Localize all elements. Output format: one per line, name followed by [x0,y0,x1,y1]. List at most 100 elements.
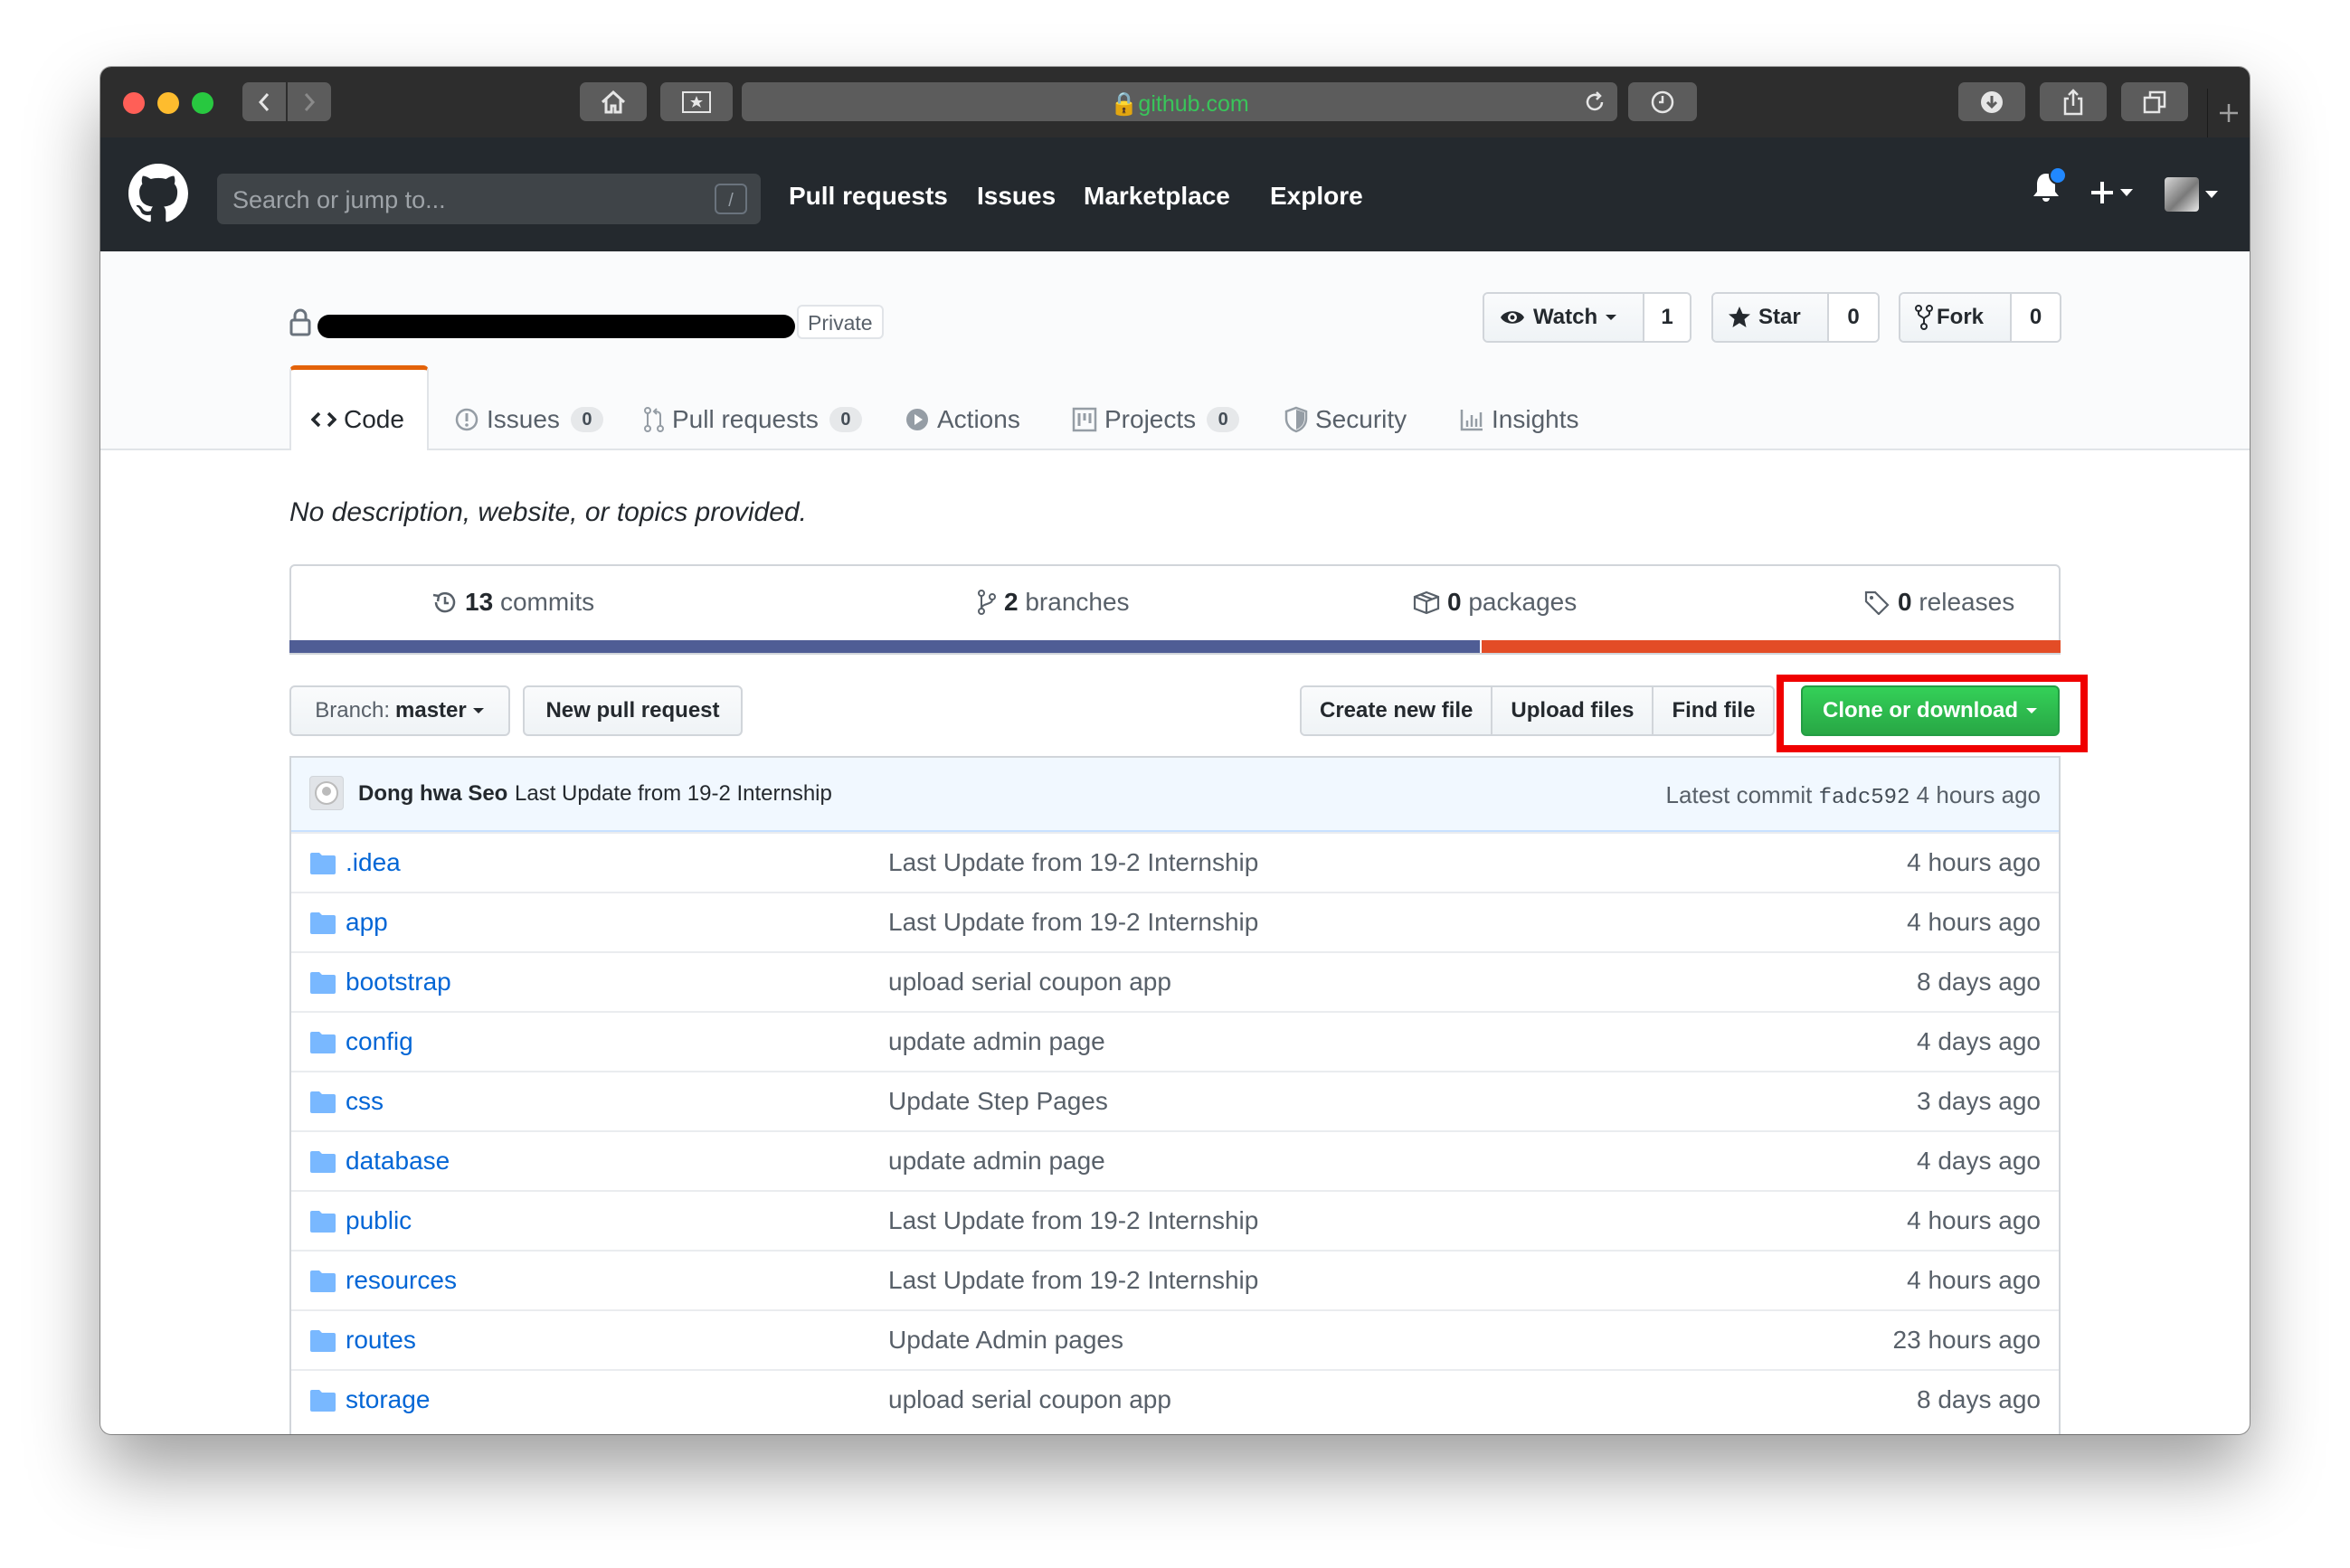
file-name[interactable]: css [346,1087,384,1116]
clock-icon [1651,90,1674,113]
zoom-window-button[interactable] [192,92,213,114]
plus-icon [2220,104,2238,122]
file-commit-message[interactable]: upload serial coupon app [888,1385,1171,1414]
annotation-highlight-box [1777,675,2088,752]
releases-link[interactable]: 0 releases [1863,588,2014,617]
file-name[interactable]: app [346,908,388,937]
folder-icon [310,1151,336,1173]
file-commit-message[interactable]: upload serial coupon app [888,968,1171,997]
create-new-dropdown[interactable] [2089,179,2134,206]
file-list: Dong hwa Seo Last Update from 19-2 Inter… [289,756,2061,1434]
latest-commit-label: Latest commit [1665,781,1813,808]
browser-toolbar: 🔒github.com [100,67,2250,139]
file-commit-message[interactable]: update admin page [888,1027,1105,1056]
back-button[interactable] [242,82,286,121]
file-commit-message[interactable]: Last Update from 19-2 Internship [888,1206,1258,1235]
tab-issues[interactable]: Issues 0 [454,405,603,434]
search-placeholder: Search or jump to... [232,186,446,213]
commit-author[interactable]: Dong hwa Seo [358,781,507,807]
branch-prefix: Branch: [315,698,390,723]
tab-projects[interactable]: Projects 0 [1072,405,1240,434]
file-actions-group: Create new file Upload files Find file [1300,685,1776,736]
repo-description: No description, website, or topics provi… [289,497,807,527]
releases-label: releases [1919,588,2015,616]
find-file-button[interactable]: Find file [1652,687,1774,734]
file-name[interactable]: resources [346,1266,457,1295]
file-commit-message[interactable]: Last Update from 19-2 Internship [888,908,1258,937]
address-bar[interactable]: 🔒github.com [742,82,1617,121]
commits-link[interactable]: 13 commits [431,588,594,617]
history-icon [432,591,456,613]
folder-icon [310,1032,336,1053]
file-commit-message[interactable]: update admin page [888,1147,1105,1176]
commit-sha[interactable]: fadc592 [1819,786,1910,810]
history-button[interactable] [1628,82,1697,121]
tab-security[interactable]: Security [1284,405,1407,434]
downloads-button[interactable] [1958,82,2025,121]
tab-insights[interactable]: Insights [1459,405,1579,434]
forward-button[interactable] [288,82,331,121]
branches-link[interactable]: 2 branches [977,588,1130,617]
file-name[interactable]: storage [346,1385,430,1414]
language-segment[interactable] [289,640,1481,653]
tab-pull-requests[interactable]: Pull requests 0 [643,405,862,434]
nav-marketplace[interactable]: Marketplace [1084,182,1230,211]
new-tab-button[interactable] [2207,89,2250,137]
project-icon [1072,407,1097,432]
notifications-button[interactable] [2031,166,2067,209]
tabs-overview-button[interactable] [2121,82,2188,121]
new-pull-request-button[interactable]: New pull request [523,685,743,736]
upload-files-button[interactable]: Upload files [1491,687,1653,734]
nav-explore[interactable]: Explore [1270,182,1363,211]
author-avatar[interactable] [309,776,344,810]
language-bar[interactable] [289,640,2061,653]
commit-message[interactable]: Last Update from 19-2 Internship [515,781,832,807]
file-row: app Last Update from 19-2 Internship 4 h… [291,892,2059,951]
folder-icon [310,853,336,874]
file-commit-message[interactable]: Last Update from 19-2 Internship [888,1266,1258,1295]
user-menu[interactable] [2165,177,2219,212]
file-row: database update admin page 4 days ago [291,1130,2059,1190]
tab-actions[interactable]: Actions [905,405,1020,434]
tab-code[interactable]: Code [311,405,404,434]
language-segment[interactable] [1480,640,2061,653]
file-commit-message[interactable]: Update Step Pages [888,1087,1108,1116]
user-avatar [2165,177,2199,212]
file-commit-message[interactable]: Update Admin pages [888,1326,1123,1355]
file-name[interactable]: .idea [346,848,401,877]
tag-icon [1864,590,1890,615]
file-name[interactable]: database [346,1147,450,1176]
bookmarks-button[interactable] [660,82,733,121]
home-icon [601,90,626,113]
github-header: Search or jump to... / Pull requests Iss… [100,137,2250,251]
plus-icon [2091,182,2113,203]
nav-issues[interactable]: Issues [977,182,1056,211]
file-commit-message[interactable]: Last Update from 19-2 Internship [888,848,1258,877]
latest-commit-info: Latest commit fadc592 4 hours ago [1666,781,2041,810]
home-button[interactable] [580,82,647,121]
bookmarks-icon [682,90,711,113]
github-logo-icon[interactable] [128,164,188,223]
package-icon [1413,590,1440,615]
file-name[interactable]: bootstrap [346,968,451,997]
nav-pull-requests[interactable]: Pull requests [789,182,948,211]
file-age: 4 days ago [1917,1027,2041,1055]
share-button[interactable] [2040,82,2107,121]
search-input[interactable]: Search or jump to... / [217,174,761,224]
packages-link[interactable]: 0 packages [1413,588,1577,617]
reload-icon[interactable] [1583,90,1606,114]
branch-select[interactable]: Branch: master [289,685,510,736]
tab-security-label: Security [1315,405,1407,433]
branch-icon [978,590,996,615]
close-window-button[interactable] [123,92,145,114]
create-new-file-button[interactable]: Create new file [1302,687,1492,734]
file-name[interactable]: public [346,1206,412,1235]
file-row: css Update Step Pages 3 days ago [291,1071,2059,1130]
repository-header: Private Watch 1 Star 0 Fork 0 Code Issue… [100,251,2250,450]
pull-request-icon [644,407,664,432]
file-name[interactable]: config [346,1027,413,1056]
file-row: storage upload serial coupon app 8 days … [291,1369,2059,1429]
minimize-window-button[interactable] [157,92,179,114]
latest-commit-bar: Dong hwa Seo Last Update from 19-2 Inter… [291,758,2059,832]
file-name[interactable]: routes [346,1326,416,1355]
